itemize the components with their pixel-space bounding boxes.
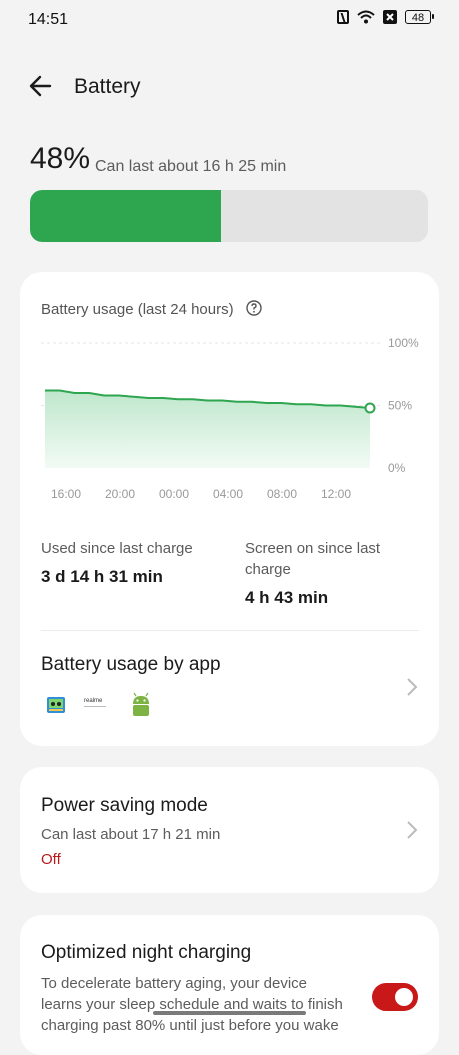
wifi-icon [357,10,375,24]
battery-estimate: Can last about 16 h 25 min [95,158,287,175]
chart-x-tick-label: 00:00 [159,487,189,501]
power-saving-card[interactable]: Power saving mode Can last about 17 h 21… [20,767,439,893]
power-saving-subtitle: Can last about 17 h 21 min [41,826,221,843]
app-icons: realme [46,692,154,718]
realme-app-subtext-line [84,706,106,707]
chevron-right-icon [407,821,418,839]
header: Battery [0,60,459,112]
chart-y-tick-label: 100% [388,336,419,350]
android-icon [133,692,149,716]
status-bar: 14:51 48 [0,0,459,40]
battery-percent: 48% [30,142,91,175]
home-indicator[interactable] [153,1011,306,1015]
night-charging-description-line1: To decelerate battery aging, your device [41,975,307,992]
chart-x-tick-label: 12:00 [321,487,351,501]
night-charging-description: To decelerate battery aging, your device… [41,973,351,1036]
realme-app-text: realme [84,698,103,704]
power-saving-status: Off [41,851,61,868]
screen-on-label-line2: charge [245,561,291,578]
close-box-icon [383,10,397,24]
battery-usage-by-app-title: Battery usage by app [41,654,221,675]
battery-icon: 48 [405,10,434,24]
used-since-charge-value: 3 d 14 h 31 min [41,567,163,586]
toggle-knob [395,988,413,1006]
chart-y-tick-label: 50% [388,399,412,413]
chart-area-fill [45,390,370,468]
battery-level-fill [30,190,222,242]
chart-current-point [364,402,376,414]
page-title: Battery [74,75,141,98]
battery-usage-card: Battery usage (last 24 hours) 100% 50% 0% … [20,272,439,746]
nfc-icon [337,10,349,24]
status-icons: 48 [337,10,434,24]
battery-level-bar [30,190,428,242]
chart-x-tick-label: 16:00 [51,487,81,501]
status-time: 14:51 [28,11,69,28]
screen-on-value: 4 h 43 min [245,588,329,607]
chevron-right-icon [407,678,418,696]
chart-y-tick-label: 0% [388,461,406,475]
arrow-left-icon [29,75,52,97]
screen-on-label-line1: Screen on since last [245,540,381,557]
night-charging-title: Optimized night charging [41,942,252,963]
realme-app-icon: realme [84,695,110,715]
chart-x-tick-label: 08:00 [267,487,297,501]
night-charging-toggle[interactable] [372,983,418,1011]
back-button[interactable] [22,70,58,102]
night-charging-card: Optimized night charging To decelerate b… [20,915,439,1055]
power-saving-title: Power saving mode [41,795,208,816]
divider [41,630,419,631]
used-since-charge-label: Used since last charge [41,540,193,557]
chart-x-tick-label: 20:00 [105,487,135,501]
battery-usage-by-app-row[interactable]: Battery usage by app [20,632,439,742]
chart-x-tick-label: 04:00 [213,487,243,501]
night-charging-description-line3: charging past 80% until just before you … [41,1017,339,1034]
tablet-app-icon [47,697,65,713]
battery-usage-chart: 100% 50% 0% 16:00 20:00 00:00 04:00 08:00 12:00 [41,336,419,501]
